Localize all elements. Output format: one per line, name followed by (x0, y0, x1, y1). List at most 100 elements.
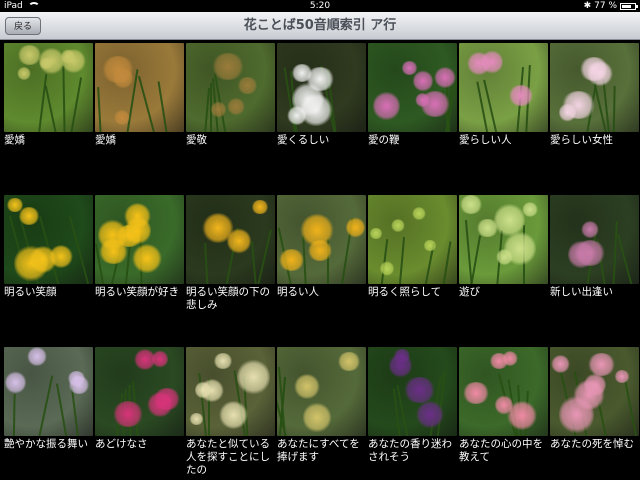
flower-photo[interactable] (95, 347, 184, 436)
blossom-shape (147, 392, 173, 417)
blossom-shape (132, 244, 162, 273)
flower-item[interactable]: 明るく照らして (368, 195, 457, 299)
flower-photo[interactable] (368, 347, 457, 436)
flower-item[interactable]: あなたの心の中を教えて (459, 347, 548, 464)
blossom-shape (403, 377, 436, 404)
blossom-shape (508, 85, 534, 106)
stem-shape (36, 74, 48, 132)
blossom-shape (502, 351, 518, 367)
flower-item[interactable]: あどけなさ (95, 347, 184, 451)
flower-item[interactable]: 愛くるしい (277, 43, 366, 147)
status-bar: iPad 5:20 ✱ 77 % (0, 0, 640, 12)
flower-item[interactable]: あなたと似ている人を探すことにしたの (186, 347, 275, 477)
flower-item[interactable]: 愛嬌 (4, 43, 93, 147)
flower-photo[interactable] (459, 43, 548, 132)
blossom-shape (27, 347, 47, 366)
blossom-shape (125, 216, 151, 245)
blossom-shape (495, 395, 513, 415)
blossom-shape (113, 67, 133, 89)
stem-shape (612, 220, 618, 284)
flower-item[interactable]: 明るい笑顔 (4, 195, 93, 299)
flower-item[interactable]: 愛敬 (186, 43, 275, 147)
flower-photo[interactable] (550, 347, 639, 436)
stem-shape (68, 215, 90, 284)
stem-shape (55, 383, 71, 436)
flower-photo[interactable] (4, 43, 93, 132)
flower-photo[interactable] (186, 43, 275, 132)
flower-item[interactable]: あなたの死を悼む (550, 347, 639, 451)
blossom-shape (195, 381, 211, 399)
flower-photo[interactable] (186, 347, 275, 436)
blossom-shape (459, 195, 483, 215)
stem-shape (12, 393, 16, 436)
stem-shape (438, 241, 452, 284)
flower-item[interactable]: 明るい笑顔の下の悲しみ (186, 195, 275, 312)
blossom-shape (189, 413, 204, 425)
flower-caption: 愛嬌 (95, 134, 116, 146)
stem-shape (70, 386, 82, 436)
flower-caption: 明るい人 (277, 286, 319, 298)
blossom-shape (152, 350, 168, 368)
flower-photo[interactable] (277, 347, 366, 436)
flower-photo[interactable] (95, 43, 184, 132)
blossom-shape (237, 359, 270, 396)
flower-item[interactable]: 明るい人 (277, 195, 366, 299)
flower-caption: 艶やかな振る舞い (4, 438, 88, 450)
flower-item[interactable]: 愛らしい女性 (550, 43, 639, 147)
blossom-shape (251, 200, 269, 215)
blossom-shape (17, 67, 31, 81)
flower-photo[interactable] (95, 195, 184, 284)
flower-item[interactable]: 新しい出逢い (550, 195, 639, 299)
stem-shape (204, 242, 210, 284)
flower-caption: あどけなさ (95, 438, 148, 450)
flower-caption: あなたにすべてを捧げます (277, 438, 360, 463)
flower-photo[interactable] (459, 195, 548, 284)
blossom-shape (481, 50, 503, 75)
blossom-shape (423, 240, 437, 252)
flower-photo[interactable] (4, 347, 93, 436)
blossom-shape (346, 217, 365, 238)
blossom-shape (49, 245, 73, 268)
stem-shape (137, 75, 159, 132)
stem-shape (97, 86, 103, 132)
stem-shape (201, 88, 211, 132)
blossom-shape (211, 101, 226, 118)
blossom-shape (303, 402, 331, 433)
flower-item[interactable]: 艶やかな振る舞い (4, 347, 93, 451)
blossom-shape (380, 261, 394, 277)
blossom-shape (68, 376, 90, 394)
blossom-shape (291, 64, 313, 82)
flower-item[interactable]: あなたにすべてを捧げます (277, 347, 366, 464)
flower-photo[interactable] (186, 195, 275, 284)
flower-caption: あなたと似ている人を探すことにしたの (186, 438, 270, 476)
blossom-shape (462, 382, 490, 405)
flower-item[interactable]: 愛嬌 (95, 43, 184, 147)
blossom-shape (213, 353, 233, 369)
flower-photo[interactable] (277, 195, 366, 284)
flower-item[interactable]: 愛らしい人 (459, 43, 548, 147)
flower-caption: 明るい笑顔が好き (95, 286, 179, 298)
flower-item[interactable]: 愛の鞭 (368, 43, 457, 147)
flower-item[interactable]: 明るい笑顔が好き (95, 195, 184, 299)
flower-caption: あなたの心の中を教えて (459, 438, 543, 463)
flower-item[interactable]: あなたの香り迷わされそう (368, 347, 457, 464)
blossom-shape (614, 370, 630, 383)
blossom-shape (227, 228, 251, 255)
stem-shape (396, 237, 406, 284)
blossom-shape (568, 240, 594, 269)
flower-caption: 愛嬌 (4, 134, 25, 146)
flower-photo[interactable] (368, 195, 457, 284)
flower-photo[interactable] (459, 347, 548, 436)
flower-caption: あなたの香り迷わされそう (368, 438, 452, 463)
status-time: 5:20 (309, 1, 331, 11)
flower-photo[interactable] (368, 43, 457, 132)
blossom-shape (412, 207, 426, 221)
flower-photo[interactable] (4, 195, 93, 284)
flower-item[interactable]: 遊び (459, 195, 548, 299)
flower-photo[interactable] (550, 195, 639, 284)
blossom-shape (294, 374, 320, 399)
flower-photo[interactable] (277, 43, 366, 132)
blossom-shape (337, 352, 361, 372)
bluetooth-icon: ✱ (583, 1, 592, 11)
flower-photo[interactable] (550, 43, 639, 132)
